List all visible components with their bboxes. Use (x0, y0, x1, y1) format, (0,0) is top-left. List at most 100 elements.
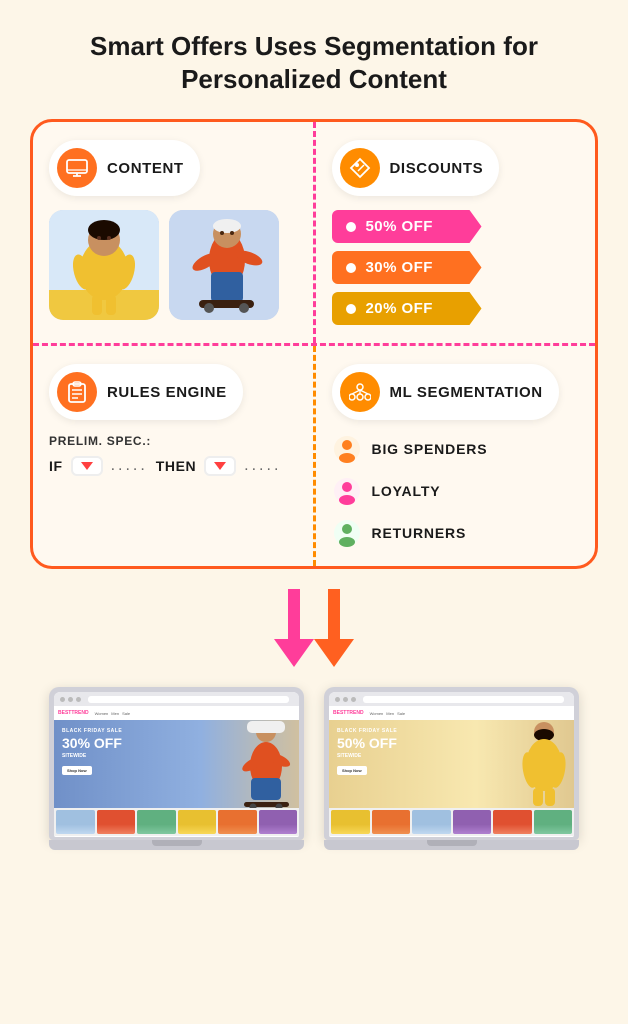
then-dropdown[interactable] (204, 456, 236, 476)
laptop-inner-right: BESTTREND Women Men Sale BLACK FRIDAY SA… (329, 692, 574, 837)
segment-list: BIG SPENDERS LOYALTY (332, 434, 580, 548)
ml-header: ML SEGMENTATION (332, 364, 559, 420)
product-card-3 (137, 810, 176, 834)
product-card-1 (56, 810, 95, 834)
product-card-r1 (331, 810, 370, 834)
discounts-quadrant: DISCOUNTS 50% OFF 30% OFF 20% OFF (316, 122, 596, 343)
product-card-5 (218, 810, 257, 834)
laptop-hero-left: BLACK FRIDAY SALE 30% OFF SITEWIDE Shop … (54, 720, 299, 808)
browser-dot-1 (60, 697, 65, 702)
prelim-label: PRELIM. SPEC.: (49, 434, 297, 448)
nav-item-3: Sale (122, 711, 130, 716)
right-arrow-shaft (328, 589, 340, 639)
product-card-2 (97, 810, 136, 834)
nav-items-right: Women Men Sale (370, 711, 406, 716)
browser-dot-r1 (335, 697, 340, 702)
hero-sub-left: SITEWIDE (62, 753, 231, 759)
woman-figure-right (519, 720, 574, 808)
product-card-r5 (493, 810, 532, 834)
ml-segmentation-quadrant: ML SEGMENTATION BIG SPENDERS (316, 346, 596, 566)
hero-text-left: BLACK FRIDAY SALE 30% OFF SITEWIDE Shop … (54, 720, 239, 808)
content-images (49, 210, 297, 320)
laptop-hero-right: BLACK FRIDAY SALE 50% OFF SITEWIDE Shop … (329, 720, 574, 808)
discount-30: 30% OFF (332, 251, 482, 284)
browser-dot-r2 (343, 697, 348, 702)
segmentation-box: CONTENT (30, 119, 598, 569)
monitor-icon (57, 148, 97, 188)
right-arrow-container (314, 589, 354, 667)
left-arrow-head (274, 639, 314, 667)
discount-50: 50% OFF (332, 210, 482, 243)
bottom-row: RULES ENGINE PRELIM. SPEC.: IF ..... THE… (33, 346, 595, 566)
page-title: Smart Offers Uses Segmentation for Perso… (30, 30, 598, 95)
big-spenders-label: BIG SPENDERS (372, 441, 488, 457)
tag-dot (346, 222, 356, 232)
discounts-label: DISCOUNTS (390, 160, 484, 177)
tag-dot-3 (346, 304, 356, 314)
browser-dot-r3 (351, 697, 356, 702)
product-card-6 (259, 810, 298, 834)
discount-tags: 50% OFF 30% OFF 20% OFF (332, 210, 580, 325)
laptop-screen-wrapper-left: BESTTREND Women Men Sale BLACK FRIDAY SA… (49, 687, 304, 840)
segment-big-spenders: BIG SPENDERS (332, 434, 580, 464)
hero-eyebrow-left: BLACK FRIDAY SALE (62, 728, 231, 734)
top-row: CONTENT (33, 122, 595, 346)
laptop-notch-left (152, 840, 202, 846)
tag-dot-2 (346, 263, 356, 273)
left-arrow-container (274, 589, 314, 667)
laptop-base-left (49, 840, 304, 850)
arrows-row (234, 569, 394, 677)
product-card-r2 (372, 810, 411, 834)
browser-dot-3 (76, 697, 81, 702)
nav-item-2: Men (111, 711, 119, 716)
hero-btn-left[interactable]: Shop Now (62, 766, 92, 775)
content-quadrant: CONTENT (33, 122, 316, 343)
returners-avatar (332, 518, 362, 548)
rule-then: THEN (156, 458, 196, 474)
segment-loyalty: LOYALTY (332, 476, 580, 506)
nav-item-r2: Men (386, 711, 394, 716)
laptop-bar-left (54, 692, 299, 706)
segment-returners: RETURNERS (332, 518, 580, 548)
hero-sub-right: SITEWIDE (337, 753, 511, 759)
laptop-products-right (329, 808, 574, 836)
laptop-bar-right (329, 692, 574, 706)
skater-figure-left (239, 720, 299, 808)
content-header: CONTENT (49, 140, 200, 196)
discount-50-text: 50% OFF (366, 218, 433, 235)
hero-btn-right[interactable]: Shop Now (337, 766, 367, 775)
laptop-screen-wrapper-right: BESTTREND Women Men Sale BLACK FRIDAY SA… (324, 687, 579, 840)
right-arrow-head (314, 639, 354, 667)
big-spenders-avatar (332, 434, 362, 464)
hero-main-right: 50% OFF (337, 736, 511, 751)
nav-item-r3: Sale (397, 711, 405, 716)
store-logo-right: BESTTREND (333, 710, 364, 716)
hero-eyebrow-right: BLACK FRIDAY SALE (337, 728, 511, 734)
product-card-r4 (453, 810, 492, 834)
laptops-row: BESTTREND Women Men Sale BLACK FRIDAY SA… (30, 687, 598, 850)
rules-header: RULES ENGINE (49, 364, 243, 420)
left-arrow-shaft (288, 589, 300, 639)
ml-label: ML SEGMENTATION (390, 384, 543, 401)
dropdown-arrow-then (214, 462, 226, 470)
browser-dot-2 (68, 697, 73, 702)
product-card-r3 (412, 810, 451, 834)
clipboard-icon (57, 372, 97, 412)
product-card-4 (178, 810, 217, 834)
hero-main-left: 30% OFF (62, 736, 231, 751)
laptop-products-left (54, 808, 299, 836)
if-dropdown[interactable] (71, 456, 103, 476)
nav-item-r1: Women (370, 711, 384, 716)
discount-20: 20% OFF (332, 292, 482, 325)
rules-row: IF ..... THEN ..... (49, 456, 297, 476)
woman-yellow-image (49, 210, 159, 320)
content-label: CONTENT (107, 160, 184, 177)
rule-dots-1: ..... (111, 457, 148, 475)
rule-if: IF (49, 458, 63, 474)
laptop-50-off: BESTTREND Women Men Sale BLACK FRIDAY SA… (324, 687, 579, 850)
network-icon (340, 372, 380, 412)
tag-icon (340, 148, 380, 188)
dropdown-arrow-if (81, 462, 93, 470)
product-card-r6 (534, 810, 573, 834)
laptop-30-off: BESTTREND Women Men Sale BLACK FRIDAY SA… (49, 687, 304, 850)
